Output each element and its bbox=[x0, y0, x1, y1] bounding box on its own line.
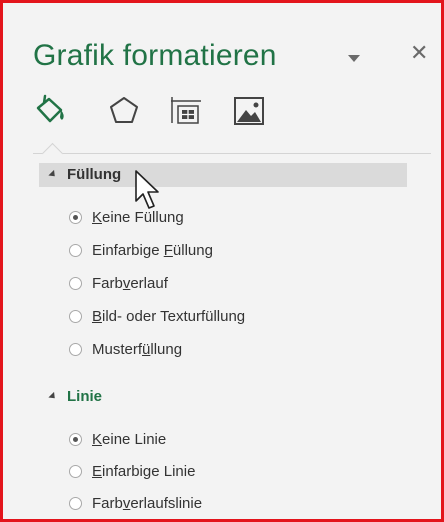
radio-option-fill-2[interactable]: Farbverlauf bbox=[69, 271, 168, 295]
picture-icon bbox=[234, 97, 264, 125]
radio-button[interactable] bbox=[69, 432, 82, 446]
radio-button[interactable] bbox=[69, 342, 82, 356]
picture-tab[interactable] bbox=[229, 91, 269, 131]
effects-tab[interactable] bbox=[104, 91, 144, 131]
mouse-pointer-icon bbox=[135, 170, 159, 209]
pentagon-icon bbox=[110, 97, 138, 123]
fill-line-tab[interactable] bbox=[30, 91, 70, 131]
section-header-line[interactable]: Linie bbox=[39, 385, 239, 409]
section-header-fill[interactable]: Füllung bbox=[39, 163, 407, 187]
size-properties-icon bbox=[171, 97, 201, 124]
radio-button[interactable] bbox=[69, 309, 82, 323]
format-tabs bbox=[3, 91, 444, 139]
radio-option-fill-1[interactable]: Einfarbige Füllung bbox=[69, 238, 213, 262]
radio-button[interactable] bbox=[69, 496, 82, 510]
close-icon[interactable]: ✕ bbox=[410, 41, 428, 66]
paint-bucket-icon bbox=[36, 94, 64, 123]
radio-option-label: Musterfüllung bbox=[92, 340, 183, 358]
format-picture-pane: Grafik formatieren ✕ Füllung Keine Füllu… bbox=[0, 0, 444, 522]
radio-option-label: Einfarbige Füllung bbox=[92, 241, 213, 259]
radio-option-label: Einfarbige Linie bbox=[92, 462, 196, 480]
radio-option-line-2[interactable]: Farbverlaufslinie bbox=[69, 491, 202, 515]
radio-option-line-0[interactable]: Keine Linie bbox=[69, 427, 166, 451]
radio-option-fill-4[interactable]: Musterfüllung bbox=[69, 337, 182, 361]
radio-option-label: Farbverlauf bbox=[92, 274, 168, 292]
section-label-fill: Füllung bbox=[67, 166, 122, 183]
pane-title: Grafik formatieren bbox=[33, 39, 277, 72]
collapse-arrow-icon bbox=[48, 391, 58, 402]
radio-option-label: Keine Linie bbox=[92, 430, 167, 448]
size-properties-tab[interactable] bbox=[166, 91, 206, 131]
radio-button[interactable] bbox=[69, 276, 82, 290]
section-label-line: Linie bbox=[67, 388, 103, 405]
radio-option-line-1[interactable]: Einfarbige Linie bbox=[69, 459, 195, 483]
radio-button[interactable] bbox=[69, 243, 82, 257]
radio-option-label: Bild- oder Texturfüllung bbox=[92, 307, 246, 325]
chevron-down-icon[interactable] bbox=[348, 55, 360, 62]
radio-option-fill-3[interactable]: Bild- oder Texturfüllung bbox=[69, 304, 245, 328]
tab-divider bbox=[33, 153, 431, 154]
radio-option-label: Farbverlaufslinie bbox=[92, 494, 203, 512]
radio-button[interactable] bbox=[69, 464, 82, 478]
selected-tab-indicator bbox=[41, 142, 64, 165]
collapse-arrow-icon bbox=[48, 169, 58, 180]
radio-button[interactable] bbox=[69, 210, 82, 224]
